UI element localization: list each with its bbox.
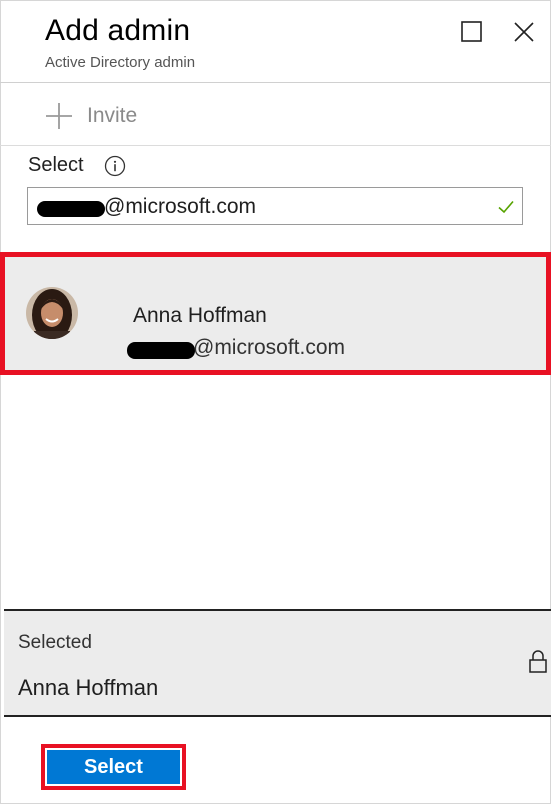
maximize-button[interactable] xyxy=(460,20,484,44)
selected-panel: Selected Anna Hoffman xyxy=(4,609,551,717)
redacted-text xyxy=(37,201,105,217)
avatar xyxy=(26,287,78,339)
close-icon xyxy=(514,22,534,42)
header-divider xyxy=(0,82,551,83)
page-subtitle: Active Directory admin xyxy=(45,54,196,71)
lock-icon xyxy=(529,650,547,673)
invite-label: Invite xyxy=(87,104,138,127)
info-icon[interactable] xyxy=(104,155,126,177)
select-button-highlight: Select xyxy=(41,744,186,790)
maximize-icon xyxy=(461,21,482,42)
toolbar-divider xyxy=(0,145,551,146)
select-button[interactable]: Select xyxy=(47,750,180,784)
plus-icon xyxy=(46,103,72,129)
selected-name: Anna Hoffman xyxy=(18,675,159,700)
select-search-input[interactable]: @microsoft.com xyxy=(27,187,523,225)
checkmark-icon xyxy=(498,200,514,214)
invite-button[interactable]: Invite xyxy=(44,100,137,132)
select-label: Select xyxy=(28,154,84,176)
result-email: @microsoft.com xyxy=(193,336,346,359)
result-name: Anna Hoffman xyxy=(133,304,267,327)
user-result-item[interactable]: Anna Hoffman @microsoft.com xyxy=(0,252,551,375)
page-title: Add admin xyxy=(45,14,191,47)
selected-heading: Selected xyxy=(18,632,92,653)
close-button[interactable] xyxy=(512,20,536,44)
redacted-text xyxy=(127,342,195,359)
search-input-value: @microsoft.com xyxy=(104,195,257,218)
